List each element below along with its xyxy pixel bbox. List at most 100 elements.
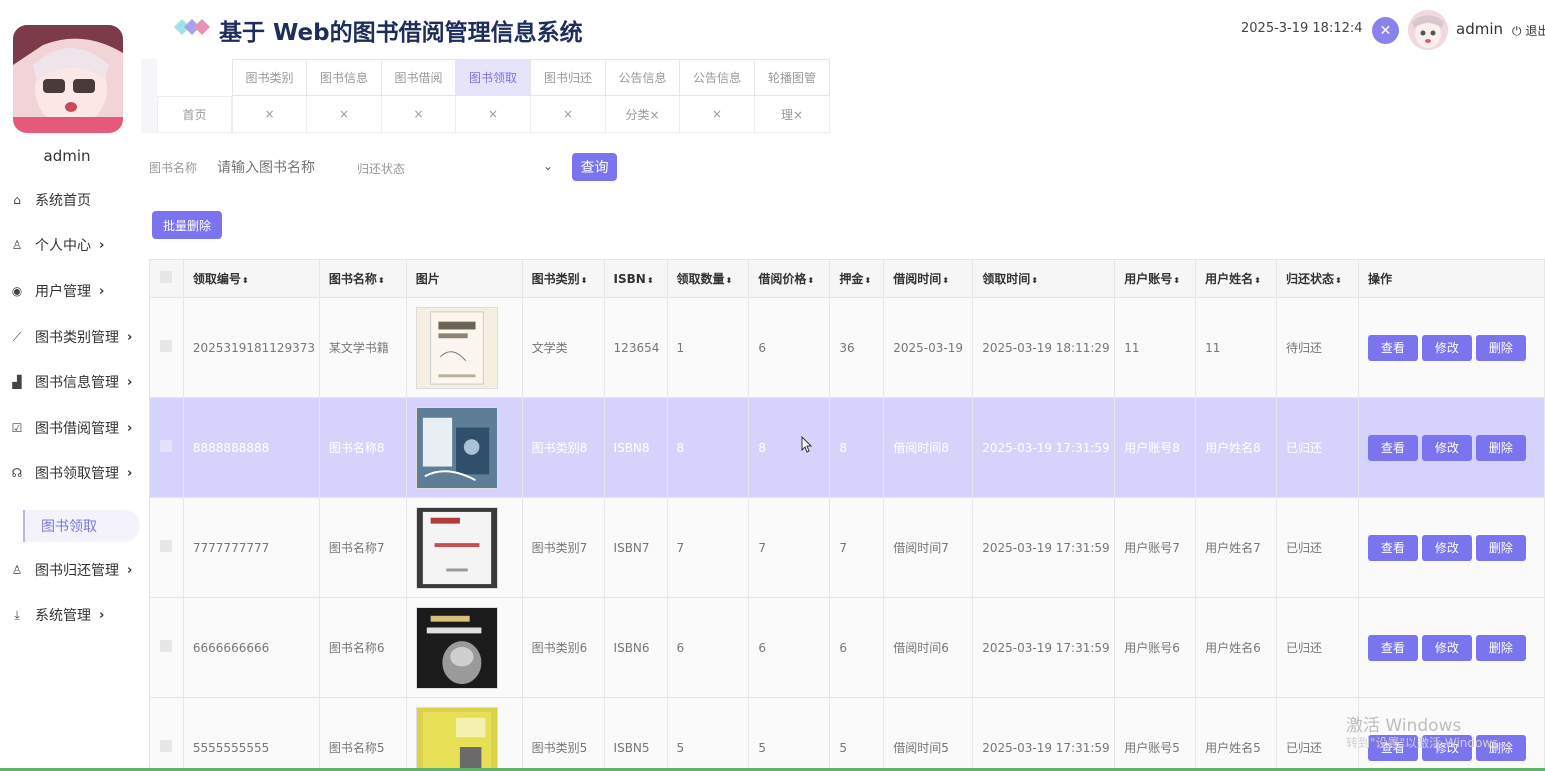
- tab-notice-info-2[interactable]: 公告信息: [679, 59, 755, 96]
- edit-button[interactable]: 修改: [1421, 434, 1472, 461]
- sidebar-item-book-info[interactable]: ▟ 图书信息管理 ›: [0, 362, 150, 402]
- query-button[interactable]: 查询: [572, 153, 617, 181]
- cell-receive-time: 2025-03-19 18:11:29: [972, 297, 1116, 398]
- tab-book-info[interactable]: 图书信息: [306, 59, 382, 96]
- cell-receive-qty: 8: [666, 397, 750, 498]
- edit-button[interactable]: 修改: [1421, 334, 1472, 361]
- cell-borrow-time: 借阅时间8: [883, 397, 974, 498]
- tab-close-button[interactable]: ×: [679, 96, 755, 133]
- sidebar-item-book-borrow[interactable]: ☑ 图书借阅管理 ›: [0, 408, 150, 448]
- sidebar-item-personal-center[interactable]: ♙ 个人中心 ›: [0, 225, 150, 265]
- table-row[interactable]: 6666666666 图书名称6 图书类别6 ISBN6 6 6 6 借阅时间6…: [149, 597, 1545, 698]
- col-header-receive-time[interactable]: 领取时间⬍: [972, 259, 1116, 298]
- tab-book-receive[interactable]: 图书领取: [455, 59, 531, 96]
- tab-close-button[interactable]: ×: [455, 96, 531, 133]
- sidebar-item-label: 用户管理: [35, 284, 91, 300]
- cell-receive-time: 2025-03-19 17:31:59: [972, 597, 1116, 698]
- delete-button[interactable]: 删除: [1475, 334, 1526, 361]
- cell-isbn: ISBN8: [603, 397, 668, 498]
- table-row[interactable]: 5555555555 图书名称5 图书类别5 ISBN5 5 5 5 借阅时间5…: [149, 697, 1545, 771]
- col-header-book-category[interactable]: 图书类别⬍: [521, 259, 605, 298]
- cell-user-account: 用户账号5: [1114, 697, 1197, 771]
- sidebar-item-book-receive[interactable]: ☊ 图书领取管理 ›: [0, 453, 150, 493]
- col-header-receive-qty[interactable]: 领取数量⬍: [666, 259, 750, 298]
- sidebar-username: admin: [43, 147, 91, 165]
- edit-button[interactable]: 修改: [1421, 634, 1472, 661]
- tab-close-button[interactable]: ×: [381, 96, 456, 133]
- table-row[interactable]: 2025319181129373 某文学书籍 文学类 123654 1 6 36…: [149, 297, 1545, 398]
- header-avatar[interactable]: [1408, 10, 1448, 50]
- cell-user-name: 用户姓名7: [1195, 497, 1278, 598]
- sidebar-item-book-return[interactable]: ♙ 图书归还管理 ›: [0, 550, 150, 590]
- col-header-isbn[interactable]: ISBN⬍: [603, 259, 668, 298]
- cell-image: [405, 297, 523, 398]
- row-checkbox[interactable]: [149, 697, 184, 771]
- chevron-right-icon: ›: [127, 374, 133, 390]
- col-header-borrow-time[interactable]: 借阅时间⬍: [883, 259, 974, 298]
- delete-button[interactable]: 删除: [1475, 634, 1526, 661]
- cell-book-category: 文学类: [521, 297, 605, 398]
- cell-receive-qty: 1: [666, 297, 750, 398]
- sidebar-item-user-management[interactable]: ◉ 用户管理 ›: [0, 271, 150, 311]
- row-checkbox[interactable]: [149, 597, 184, 698]
- col-header-return-status[interactable]: 归还状态⬍: [1276, 259, 1359, 298]
- cell-book-category: 图书类别7: [521, 497, 605, 598]
- sidebar-item-system-management[interactable]: ⤓ 系统管理 ›: [0, 595, 150, 635]
- col-header-deposit[interactable]: 押金⬍: [829, 259, 885, 298]
- tab-close-button[interactable]: 理×: [754, 96, 830, 133]
- view-button[interactable]: 查看: [1367, 434, 1418, 461]
- col-header-receive-id[interactable]: 领取编号⬍: [182, 259, 320, 298]
- col-header-user-account[interactable]: 用户账号⬍: [1114, 259, 1197, 298]
- tab-book-category[interactable]: 图书类别: [232, 59, 307, 96]
- return-status-select[interactable]: 归还状态 ⌄: [349, 153, 559, 183]
- cell-book-name: 图书名称8: [318, 397, 407, 498]
- submenu-item-book-receive[interactable]: 图书领取: [23, 510, 140, 542]
- sort-icon: ⬍: [807, 276, 815, 285]
- batch-delete-button[interactable]: 批量删除: [152, 211, 222, 239]
- sidebar: admin ⌂ 系统首页 ♙ 个人中心 › ◉ 用户管理 › ⟋ 图书类别管理 …: [0, 0, 150, 771]
- view-button[interactable]: 查看: [1367, 634, 1418, 661]
- sidebar-item-home[interactable]: ⌂ 系统首页: [0, 180, 150, 220]
- fullscreen-toggle-button[interactable]: ✕: [1372, 17, 1399, 44]
- cell-isbn: 123654: [603, 297, 668, 398]
- col-header-book-name[interactable]: 图书名称⬍: [318, 259, 407, 298]
- row-checkbox[interactable]: [149, 297, 184, 398]
- select-all-checkbox[interactable]: [149, 259, 184, 298]
- delete-button[interactable]: 删除: [1475, 434, 1526, 461]
- cell-user-account: 用户账号6: [1114, 597, 1197, 698]
- delete-button[interactable]: 删除: [1475, 534, 1526, 561]
- book-name-input[interactable]: [209, 153, 339, 183]
- cell-user-name: 用户姓名5: [1195, 697, 1278, 771]
- col-header-borrow-price[interactable]: 借阅价格⬍: [748, 259, 831, 298]
- cell-actions: 查看 修改 删除: [1357, 297, 1545, 398]
- tab-home[interactable]: 首页: [157, 96, 232, 133]
- chevron-right-icon: ›: [99, 283, 105, 299]
- col-header-user-name[interactable]: 用户姓名⬍: [1195, 259, 1278, 298]
- row-checkbox[interactable]: [149, 497, 184, 598]
- row-checkbox[interactable]: [149, 397, 184, 498]
- cell-user-name: 用户姓名8: [1195, 397, 1278, 498]
- table-row[interactable]: 7777777777 图书名称7 图书类别7 ISBN7 7 7 7 借阅时间7…: [149, 497, 1545, 598]
- tab-carousel-management[interactable]: 轮播图管: [754, 59, 830, 96]
- tab-close-button[interactable]: ×: [232, 96, 307, 133]
- logout-button[interactable]: ⏻ 退出: [1512, 22, 1545, 39]
- cell-book-name: 某文学书籍: [318, 297, 407, 398]
- cell-image: [405, 497, 523, 598]
- tab-book-borrow[interactable]: 图书借阅: [381, 59, 456, 96]
- tab-book-return[interactable]: 图书归还: [530, 59, 606, 96]
- cell-deposit: 36: [829, 297, 885, 398]
- tab-close-button[interactable]: 分类×: [605, 96, 680, 133]
- cell-receive-id: 7777777777: [182, 497, 320, 598]
- tab-close-button[interactable]: ×: [530, 96, 606, 133]
- sidebar-item-book-category[interactable]: ⟋ 图书类别管理 ›: [0, 317, 150, 357]
- tab-close-button[interactable]: ×: [306, 96, 382, 133]
- tab-notice-info-1[interactable]: 公告信息: [605, 59, 680, 96]
- col-header-image: 图片: [405, 259, 523, 298]
- table-row[interactable]: 8888888888 图书名称8 图书类别8 ISBN8 8 8 8 借阅时间8…: [149, 397, 1545, 498]
- view-button[interactable]: 查看: [1367, 534, 1418, 561]
- cell-book-name: 图书名称5: [318, 697, 407, 771]
- edit-button[interactable]: 修改: [1421, 534, 1472, 561]
- view-button[interactable]: 查看: [1367, 334, 1418, 361]
- tabs-strip: [141, 59, 157, 133]
- cell-isbn: ISBN6: [603, 597, 668, 698]
